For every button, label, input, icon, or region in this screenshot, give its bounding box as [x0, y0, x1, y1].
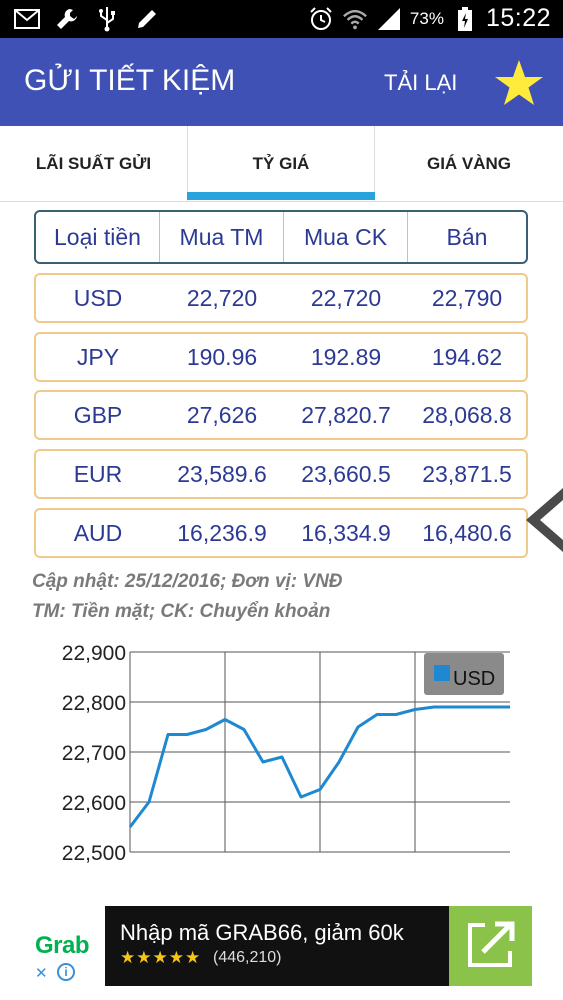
tab-active-indicator [187, 192, 375, 200]
ad-close-icon[interactable]: ✕ [35, 964, 48, 982]
grab-logo: Grab [35, 932, 90, 959]
sell-value: 28,068.8 [422, 401, 512, 428]
battery-percent: 73% [409, 8, 444, 28]
mail-icon [14, 6, 40, 32]
reload-button[interactable]: TẢI LẠI [384, 70, 457, 96]
star-icon[interactable] [494, 58, 544, 108]
sell-value: 194.62 [431, 343, 503, 370]
header-currency: Loại tiền [36, 212, 160, 262]
tab-gold-prices[interactable]: GIÁ VÀNG [375, 126, 563, 202]
currency-code: AUD [73, 519, 123, 546]
legend-note: TM: Tiền mặt; CK: Chuyển khoản [32, 601, 331, 622]
battery-icon [452, 6, 478, 32]
y-tick-label: 22,700 [62, 742, 126, 765]
rate-row-usd[interactable]: USD 22,720 22,720 22,790 [34, 273, 528, 323]
signal-icon [376, 6, 402, 32]
usb-icon [94, 6, 120, 32]
tab-bar: LÃI SUẤT GỬI TỶ GIÁ GIÁ VÀNG [0, 126, 563, 202]
tab-interest-rates[interactable]: LÃI SUẤT GỬI [0, 126, 187, 202]
sell-value: 16,480.6 [422, 519, 512, 546]
usd-rate-chart: 22,900 22,800 22,700 22,600 22,500 USD [62, 642, 510, 865]
header-sell: Bán [446, 223, 488, 250]
rate-table-header: Loại tiền Mua TM Mua CK Bán [34, 210, 528, 264]
rate-row-jpy[interactable]: JPY 190.96 192.89 194.62 [34, 332, 528, 382]
buy-cash-value: 190.96 [186, 343, 258, 370]
buy-cash-value: 22,720 [186, 284, 258, 311]
ad-headline: Nhập mã GRAB66, giảm 60k [120, 920, 404, 945]
buy-transfer-value: 22,720 [310, 284, 382, 311]
y-tick-label: 22,600 [62, 792, 126, 815]
buy-cash-value: 27,626 [186, 401, 258, 428]
ad-info-icon[interactable]: i [57, 963, 75, 981]
open-external-icon[interactable] [449, 906, 532, 986]
status-bar: 73% 15:22 [0, 0, 563, 38]
alarm-icon [308, 6, 334, 32]
ad-rating-stars: ★★★★★ [120, 948, 202, 967]
wifi-icon [342, 6, 368, 32]
tab-exchange-rates[interactable]: TỶ GIÁ [187, 126, 375, 202]
app-title: GỬI TIẾT KIỆM [24, 64, 236, 97]
legend-label: USD [453, 668, 495, 690]
buy-cash-value: 23,589.6 [177, 460, 267, 487]
sell-value: 23,871.5 [422, 460, 512, 487]
ad-banner[interactable]: Grab ✕ i Nhập mã GRAB66, giảm 60k ★★★★★ … [31, 906, 532, 986]
y-tick-label: 22,500 [62, 842, 126, 865]
y-tick-label: 22,800 [62, 692, 126, 715]
update-note: Cập nhật: 25/12/2016; Đơn vị: VNĐ [32, 571, 343, 592]
rate-row-aud[interactable]: AUD 16,236.9 16,334.9 16,480.6 [34, 508, 528, 558]
header-buy-transfer: Mua CK [284, 212, 408, 262]
wrench-icon [54, 6, 80, 32]
rate-row-gbp[interactable]: GBP 27,626 27,820.7 28,068.8 [34, 390, 528, 440]
buy-transfer-value: 192.89 [310, 343, 382, 370]
pencil-icon [134, 6, 160, 32]
currency-code: JPY [76, 343, 120, 370]
legend-swatch [434, 665, 450, 681]
header-buy-cash: Mua TM [160, 212, 284, 262]
rate-row-eur[interactable]: EUR 23,589.6 23,660.5 23,871.5 [34, 449, 528, 499]
y-tick-label: 22,900 [62, 642, 126, 665]
currency-code: GBP [73, 401, 123, 428]
chevron-left-icon[interactable] [524, 488, 563, 552]
buy-transfer-value: 23,660.5 [301, 460, 391, 487]
ad-logo-box: Grab ✕ i [31, 906, 105, 986]
app-bar: GỬI TIẾT KIỆM TẢI LẠI [0, 38, 563, 126]
currency-code: EUR [73, 460, 123, 487]
buy-transfer-value: 16,334.9 [301, 519, 391, 546]
ad-rating-count: (446,210) [213, 949, 282, 966]
buy-transfer-value: 27,820.7 [301, 401, 391, 428]
sell-value: 22,790 [431, 284, 503, 311]
clock: 15:22 [485, 4, 551, 32]
currency-code: USD [73, 284, 123, 311]
buy-cash-value: 16,236.9 [177, 519, 267, 546]
